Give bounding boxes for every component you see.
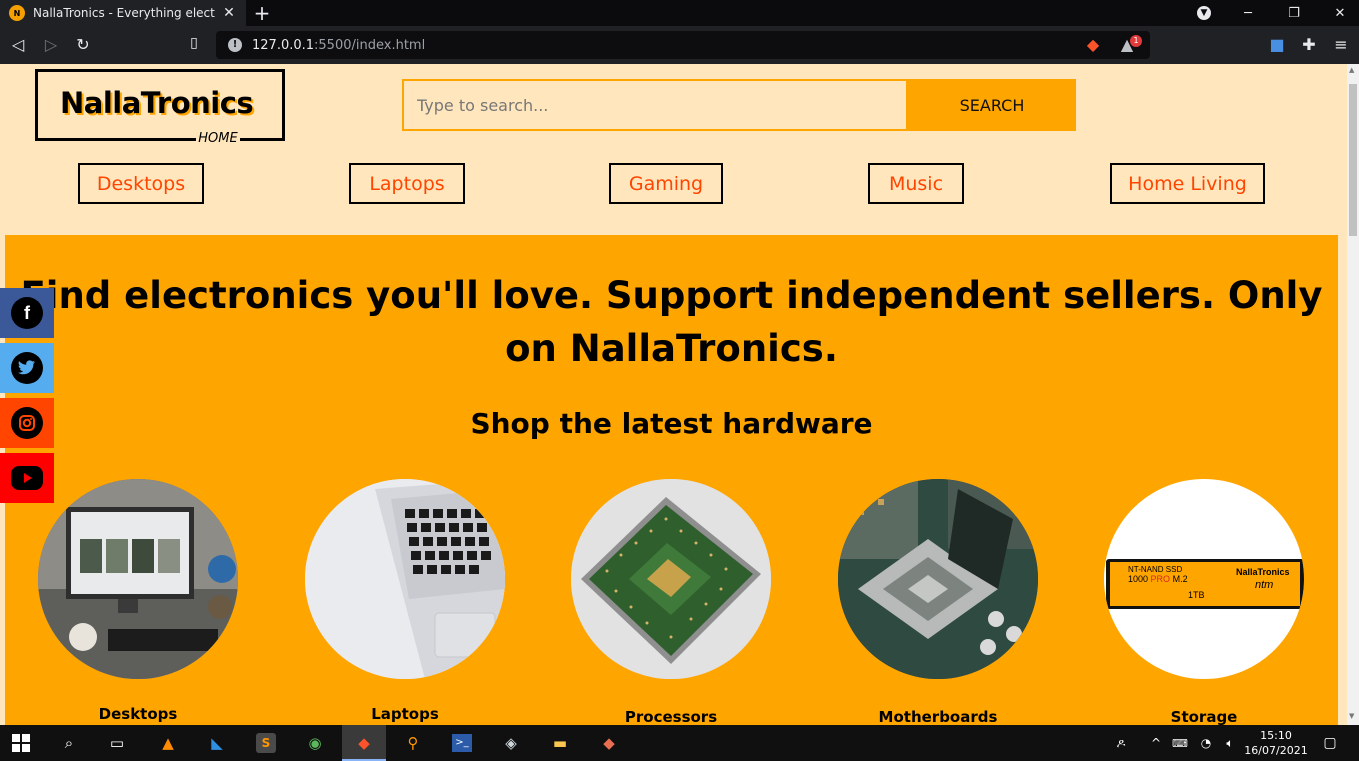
wifi-icon[interactable]: ◔ <box>1194 731 1218 755</box>
keyboard-icon[interactable]: ⌨ <box>1168 731 1192 755</box>
url-text: 127.0.0.1:5500/index.html <box>252 37 426 53</box>
back-icon[interactable]: ◁ <box>8 35 28 54</box>
page-scrollbar[interactable]: ▲ ▼ <box>1347 64 1359 725</box>
close-tab-icon[interactable]: ✕ <box>221 5 237 21</box>
git-icon[interactable]: ◆ <box>597 731 621 755</box>
product-image-laptops[interactable] <box>305 479 505 679</box>
instagram-icon <box>11 407 43 439</box>
product-image-processors[interactable] <box>571 479 771 679</box>
ssd-capacity: 1TB <box>1188 590 1205 600</box>
product-label-motherboards[interactable]: Motherboards <box>838 708 1038 725</box>
nav-gaming[interactable]: Gaming <box>609 163 723 204</box>
clock-date: 16/07/2021 <box>1244 744 1308 757</box>
extensions-puzzle-icon[interactable]: ✚ <box>1299 35 1319 54</box>
tab-search-icon[interactable]: ▼ <box>1181 0 1227 26</box>
clock-time: 15:10 <box>1260 729 1292 742</box>
nav-home-living[interactable]: Home Living <box>1110 163 1265 204</box>
hero-section: Find electronics you'll love. Support in… <box>5 235 1338 725</box>
product-image-desktops[interactable] <box>38 479 238 679</box>
nav-desktops[interactable]: Desktops <box>78 163 204 204</box>
facebook-icon: f <box>11 297 43 329</box>
youtube-icon <box>11 466 43 490</box>
site-logo[interactable]: NallaTronics HOME <box>35 69 285 146</box>
logo-home-label: HOME <box>196 131 240 146</box>
window-close-button[interactable]: ✕ <box>1317 0 1359 26</box>
extension-shield-icon[interactable]: ■ <box>1267 35 1287 54</box>
product-image-storage[interactable]: NT-NAND SSD 1000 PRO M.2 NallaTronics nt… <box>1104 479 1304 679</box>
sublime-icon[interactable]: S <box>254 731 278 755</box>
nav-music[interactable]: Music <box>868 163 964 204</box>
brave-shield-icon[interactable]: ◆ <box>1083 35 1103 54</box>
hero-headline: Find electronics you'll love. Support in… <box>20 274 1323 370</box>
new-tab-button[interactable]: + <box>252 1 272 25</box>
product-label-processors[interactable]: Processors <box>571 708 771 725</box>
brave-icon[interactable]: ◆ <box>352 731 376 755</box>
product-label-laptops[interactable]: Laptops <box>305 705 505 723</box>
browser-tabstrip: N NallaTronics - Everything electronics … <box>0 0 1359 26</box>
windows-start-icon[interactable] <box>9 731 33 755</box>
web-page: NallaTronics HOME SEARCH Desktops Laptop… <box>0 64 1347 725</box>
site-info-icon[interactable]: ! <box>228 38 242 52</box>
ssd-tag: ntm <box>1255 579 1274 591</box>
nav-laptops[interactable]: Laptops <box>349 163 465 204</box>
rewards-badge: 1 <box>1130 35 1142 47</box>
reload-icon[interactable]: ↻ <box>73 35 93 54</box>
social-twitter[interactable] <box>0 343 54 393</box>
browser-toolbar: ◁ ▷ ↻ ▯ ! 127.0.0.1:5500/index.html ◆ ▲ … <box>0 26 1359 64</box>
social-youtube[interactable] <box>0 453 54 503</box>
social-facebook[interactable]: f <box>0 288 54 338</box>
scroll-down-icon[interactable]: ▼ <box>1349 712 1354 720</box>
scroll-thumb[interactable] <box>1349 84 1357 236</box>
menu-icon[interactable]: ≡ <box>1331 35 1351 54</box>
windows-taskbar: ⌕ ▭ ▲ ◣ S ◉ ◆ ⚲ >_ ◈ ▬ ◆ ዶ ^ ⌨ ◔ 🔈︎ 15:1… <box>0 725 1359 761</box>
address-bar[interactable]: ! 127.0.0.1:5500/index.html <box>216 31 1150 59</box>
browser-tab[interactable]: N NallaTronics - Everything electronics … <box>0 0 246 26</box>
taskbar-clock[interactable]: 15:10 16/07/2021 <box>1244 728 1308 758</box>
powershell-icon[interactable]: >_ <box>450 731 474 755</box>
app-globe-icon[interactable]: ◉ <box>303 731 327 755</box>
hero-subheadline: Shop the latest hardware <box>470 407 873 440</box>
site-favicon-icon: N <box>9 5 25 21</box>
task-view-icon[interactable]: ▭ <box>105 731 129 755</box>
tray-chevron-icon[interactable]: ^ <box>1144 731 1168 755</box>
bookmark-icon[interactable]: ▯ <box>184 35 204 51</box>
tab-title: NallaTronics - Everything electronics <box>33 6 215 20</box>
ssd-label-line1: NT-NAND SSD <box>1128 565 1183 574</box>
file-explorer-icon[interactable]: ▬ <box>548 731 572 755</box>
logo-name: NallaTronics <box>60 86 254 120</box>
notifications-icon[interactable]: ▢ <box>1318 731 1342 755</box>
forward-icon[interactable]: ▷ <box>41 35 61 54</box>
product-label-desktops[interactable]: Desktops <box>38 705 238 723</box>
ssd-label-line2: 1000 PRO M.2 <box>1128 574 1188 584</box>
twitter-icon <box>11 352 43 384</box>
social-instagram[interactable] <box>0 398 54 448</box>
scroll-up-icon[interactable]: ▲ <box>1349 66 1354 74</box>
product-label-storage[interactable]: Storage <box>1104 708 1304 725</box>
ssd-brand: NallaTronics <box>1236 567 1290 577</box>
people-icon[interactable]: ዶ <box>1109 731 1133 755</box>
app-diamond-icon[interactable]: ◈ <box>499 731 523 755</box>
search-input[interactable] <box>402 79 908 131</box>
vscode-icon[interactable]: ◣ <box>205 731 229 755</box>
search-tool-icon[interactable]: ⚲ <box>401 731 425 755</box>
minimize-button[interactable]: ─ <box>1225 0 1271 26</box>
search-button[interactable]: SEARCH <box>908 79 1076 131</box>
maximize-button[interactable]: ❐ <box>1271 0 1317 26</box>
product-image-motherboards[interactable] <box>838 479 1038 679</box>
volume-icon[interactable]: 🔈︎ <box>1218 731 1242 755</box>
vlc-icon[interactable]: ▲ <box>156 731 180 755</box>
taskbar-search-icon[interactable]: ⌕ <box>57 731 81 755</box>
